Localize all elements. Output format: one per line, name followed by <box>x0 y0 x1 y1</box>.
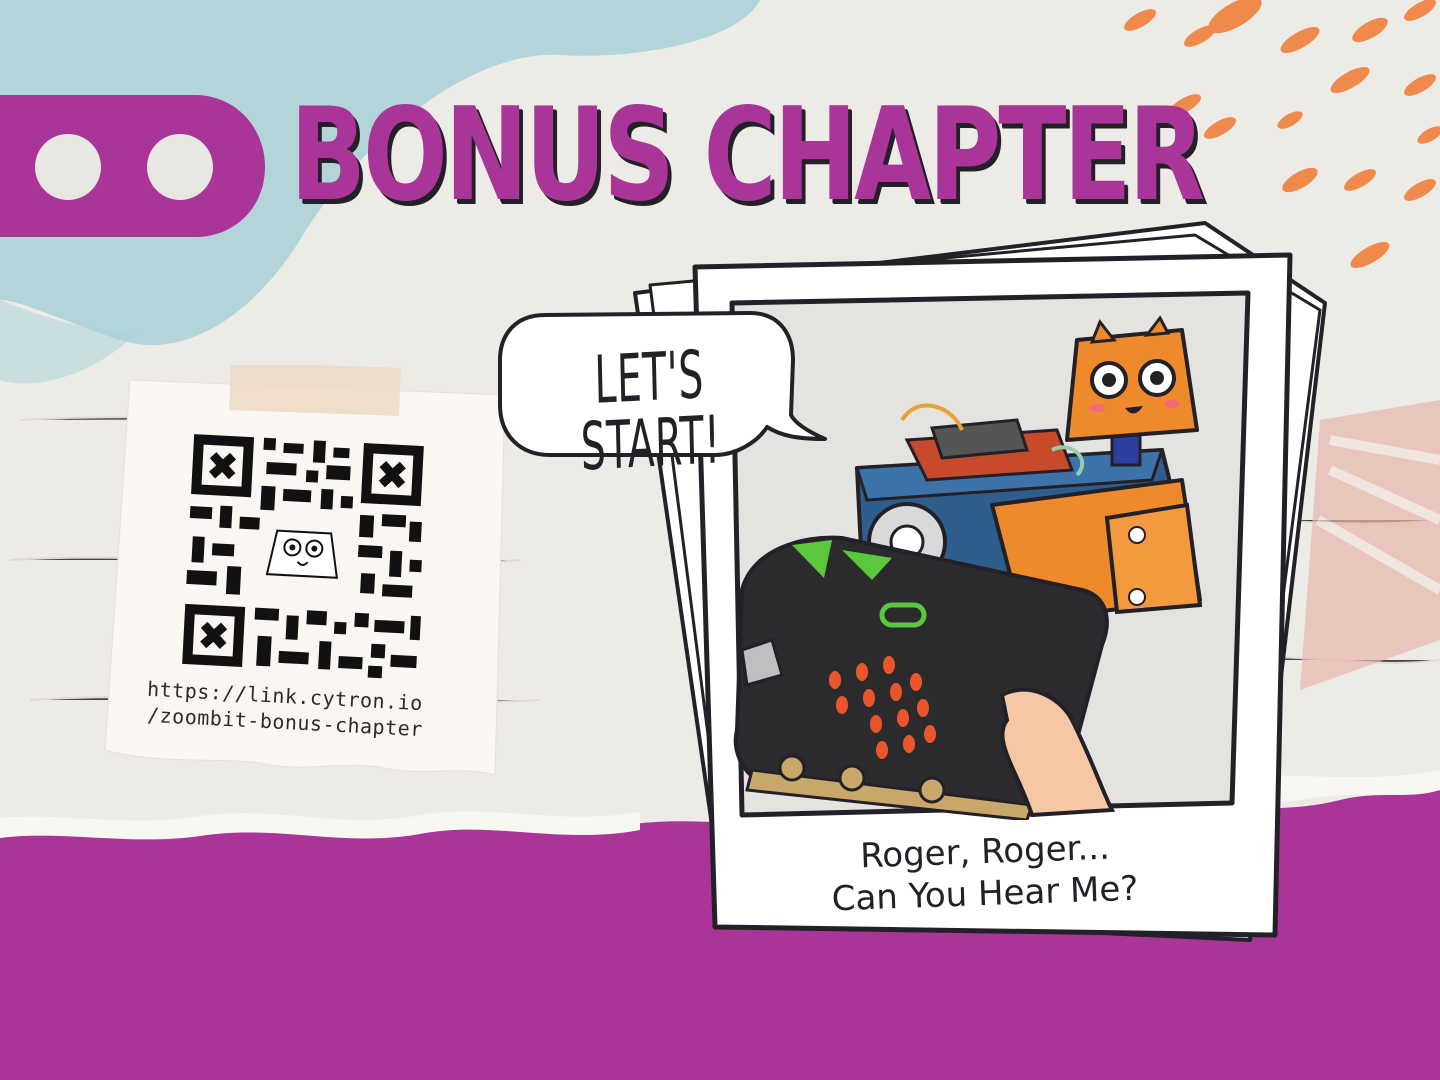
speech-bubble-text: LET'S START! <box>579 336 722 486</box>
logo-eyes-icon <box>0 95 265 237</box>
tape <box>229 365 401 416</box>
qr-code-icon <box>182 434 424 679</box>
qr-robot-face <box>261 522 345 588</box>
bonus-chapter-slide: BONUS CHAPTER https://link.cytron.io /zo… <box>0 0 1440 1080</box>
page-title: BONUS CHAPTER <box>290 81 1205 230</box>
